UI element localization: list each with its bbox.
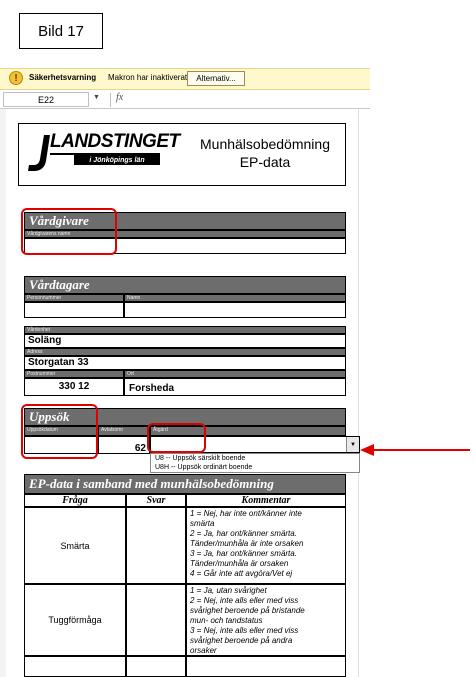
col-kommentar: Kommentar	[186, 494, 346, 507]
kommentar-line: smärta	[190, 519, 215, 528]
kommentar-line: 3 = Ja, har ont/känner smärta.	[190, 549, 297, 558]
svar-cell[interactable]	[126, 584, 186, 656]
kommentar-line: mun- och tandstatus	[190, 616, 263, 625]
form-title: Munhälsobedömning	[200, 136, 330, 152]
options-button[interactable]: Alternativ...	[187, 71, 245, 86]
avtalsomr-label: Avtalsomr	[98, 426, 150, 436]
arrow-left-icon	[360, 444, 374, 456]
highlight-uppsok	[21, 404, 98, 459]
namn-field[interactable]	[124, 302, 346, 318]
adress-label: Adress	[24, 348, 346, 356]
fraga-cell: Smärta	[24, 507, 126, 584]
epdata-heading: EP-data i samband med munhälsobedömning	[24, 474, 346, 494]
logo-subtitle: i Jönköpings län	[74, 155, 160, 165]
security-warning-title: Säkerhetsvarning	[29, 73, 97, 82]
warning-icon: !	[9, 71, 23, 85]
atgard-options-list: U8 -- Uppsök särskilt boende U8H -- Upps…	[150, 453, 360, 473]
kommentar-line: 1 = Nej, har inte ont/känner inte	[190, 509, 302, 518]
kommentar-line: svårighet beroende på andra	[190, 636, 293, 645]
kommentar-cell	[186, 656, 346, 677]
kommentar-cell: 1 = Ja, utan svårighet 2 = Nej, inte all…	[186, 584, 346, 656]
kommentar-line: Tänder/munhåla är inte orsaken	[190, 539, 304, 548]
kommentar-line: orsaker	[190, 646, 217, 655]
kommentar-line: Tänder/munhåla är orsaken	[190, 559, 289, 568]
adress-field[interactable]: Storgatan 33	[24, 356, 346, 370]
name-box[interactable]: E22	[3, 92, 89, 107]
avtalsomr-field[interactable]: 62	[98, 436, 150, 454]
fraga-cell	[24, 656, 126, 677]
form-subtitle: EP-data	[239, 154, 291, 170]
personnummer-label: Personnummer	[24, 294, 124, 302]
highlight-vardgivare	[21, 208, 117, 255]
kommentar-line: 2 = Ja, har ont/känner smärta.	[190, 529, 297, 538]
chevron-down-icon[interactable]: ▼	[346, 437, 359, 452]
function-icon[interactable]: fx	[116, 92, 123, 103]
atgard-option[interactable]: U8H -- Uppsök ordinärt boende	[155, 464, 252, 471]
security-warning-message: Makron har inaktiverats.	[108, 73, 194, 82]
pointer-arrow-line	[372, 449, 470, 451]
kommentar-line: 2 = Nej, inte alls eller med viss	[190, 596, 299, 605]
col-svar: Svar	[126, 494, 186, 507]
logo-name: LANDSTINGET	[50, 131, 180, 152]
postnummer-field[interactable]: 330 12	[24, 378, 124, 396]
col-fraga: Fråga	[24, 494, 126, 507]
personnummer-field[interactable]	[24, 302, 124, 318]
highlight-atgard	[147, 423, 206, 453]
kommentar-line: 1 = Ja, utan svårighet	[190, 586, 267, 595]
postnummer-label: Postnummer	[24, 370, 124, 378]
figure-caption: Bild 17	[19, 13, 103, 49]
vardenhet-label: Vårdenhet	[24, 326, 346, 334]
atgard-option[interactable]: U8 -- Uppsök särskilt boende	[155, 455, 245, 462]
namn-label: Namn	[124, 294, 346, 302]
fraga-cell: Tuggförmåga	[24, 584, 126, 656]
ort-field[interactable]: Forsheda	[124, 378, 346, 396]
kommentar-line: 4 = Går inte att avgöra/Vet ej	[190, 569, 293, 578]
kommentar-cell: 1 = Nej, har inte ont/känner inte smärta…	[186, 507, 346, 584]
formula-separator	[110, 93, 111, 107]
landstinget-logo-mark-icon	[28, 135, 50, 171]
vardtagare-heading: Vårdtagare	[24, 276, 346, 294]
chevron-down-icon[interactable]: ▼	[93, 94, 100, 101]
svar-cell[interactable]	[126, 656, 186, 677]
svar-cell[interactable]	[126, 507, 186, 584]
vardenhet-field[interactable]: Soläng	[24, 334, 346, 348]
sheet-right-margin	[358, 109, 371, 677]
kommentar-line: svårighet beroende på bristande	[190, 606, 305, 615]
ort-label: Ort	[124, 370, 346, 378]
kommentar-line: 3 = Nej, inte alls eller med viss	[190, 626, 299, 635]
